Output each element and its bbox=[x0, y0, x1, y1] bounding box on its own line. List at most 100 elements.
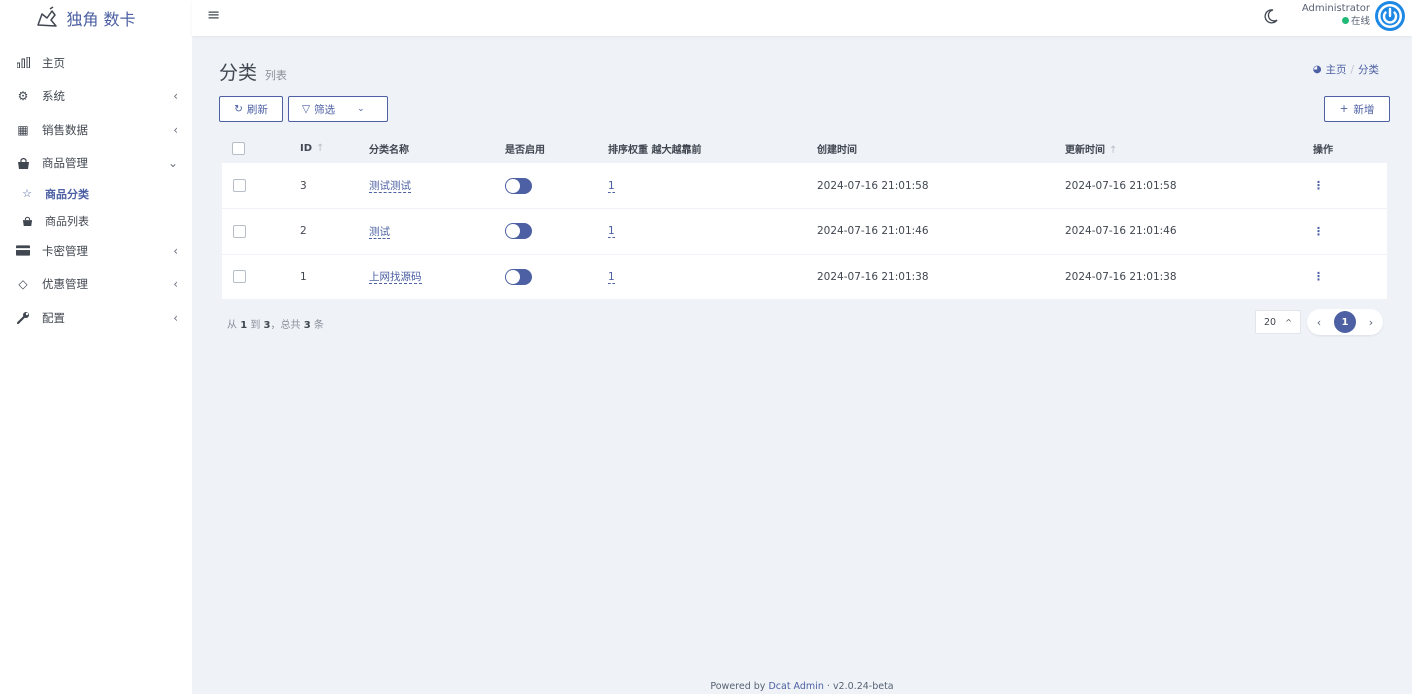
sidebar-subitem-label: 商品列表 bbox=[45, 214, 89, 228]
row-id: 3 bbox=[300, 179, 307, 192]
gear-icon: ⚙ bbox=[17, 89, 29, 104]
sort-icon[interactable]: ↑ bbox=[316, 143, 324, 154]
row-actions-menu-icon[interactable]: ⋮ bbox=[1313, 225, 1324, 238]
new-button-label: 新增 bbox=[1353, 103, 1375, 116]
chevron-down-icon: ⌄ bbox=[167, 156, 178, 171]
row-updated: 2024-07-16 21:01:58 bbox=[1065, 179, 1177, 192]
sidebar-item-card-management[interactable]: 卡密管理 ‹ bbox=[0, 234, 192, 268]
sidebar-subitem-goods-list[interactable]: 商品列表 bbox=[0, 207, 192, 234]
chevron-left-icon: ‹ bbox=[173, 243, 178, 258]
summary-text: 从 bbox=[227, 320, 237, 331]
sidebar-item-coupon-management[interactable]: ◇ 优惠管理 ‹ bbox=[0, 268, 192, 302]
select-all-checkbox[interactable] bbox=[232, 141, 245, 155]
row-sort-editable[interactable]: 1 bbox=[608, 179, 615, 193]
breadcrumb-current: 分类 bbox=[1358, 64, 1379, 76]
row-name-editable[interactable]: 测试 bbox=[369, 225, 390, 239]
row-name-editable[interactable]: 测试测试 bbox=[369, 180, 411, 193]
summary-text: ，总共 bbox=[270, 320, 301, 331]
table-header-row: ID ↑ 分类名称 是否启用 排序权重 越大越靠前 创建时间 更新时间 ↑ 操作 bbox=[222, 133, 1387, 163]
sidebar-item-label: 卡密管理 bbox=[42, 243, 88, 258]
per-page-select[interactable]: 20 ^ bbox=[1255, 310, 1301, 334]
sidebar-item-sales-data[interactable]: ▦ 销售数据 ‹ bbox=[0, 113, 192, 147]
credit-card-icon bbox=[16, 244, 30, 258]
row-checkbox[interactable] bbox=[233, 224, 246, 238]
sidebar-item-system[interactable]: ⚙ 系统 ‹ bbox=[0, 80, 192, 114]
sidebar-item-label: 优惠管理 bbox=[42, 277, 88, 292]
summary-to: 3 bbox=[263, 320, 271, 331]
chevron-up-icon: ^ bbox=[1285, 317, 1292, 327]
row-actions-menu-icon[interactable]: ⋮ bbox=[1313, 179, 1324, 192]
footer-separator: · bbox=[826, 681, 830, 692]
table-row: 3 测试测试 1 2024-07-16 21:01:58 2024-07-16 … bbox=[222, 163, 1387, 209]
column-header-created: 创建时间 bbox=[817, 144, 857, 156]
breadcrumb-separator: / bbox=[1350, 63, 1354, 76]
hamburger-menu-icon[interactable]: ≡ bbox=[207, 5, 220, 24]
unicorn-logo-icon bbox=[37, 6, 58, 27]
refresh-button[interactable]: ↻ 刷新 bbox=[219, 96, 283, 122]
user-info[interactable]: Administrator 在线 bbox=[1302, 2, 1370, 28]
column-header-actions: 操作 bbox=[1313, 144, 1333, 156]
sidebar: 独角 数卡 主页 ⚙ 系统 ‹ ▦ 销售数据 ‹ 商品管理 ⌄ ☆ 商品分类 商… bbox=[0, 0, 192, 694]
sidebar-subitem-label: 商品分类 bbox=[45, 187, 89, 201]
logo[interactable]: 独角 数卡 bbox=[0, 0, 192, 36]
row-actions-menu-icon[interactable]: ⋮ bbox=[1313, 270, 1324, 283]
footer-link[interactable]: Dcat Admin bbox=[768, 681, 823, 692]
wrench-icon bbox=[16, 311, 30, 325]
filter-button-label: 筛选 bbox=[314, 103, 336, 116]
chevron-left-icon: ‹ bbox=[173, 122, 178, 137]
row-updated: 2024-07-16 21:01:46 bbox=[1065, 225, 1177, 238]
sidebar-item-home[interactable]: 主页 bbox=[0, 46, 192, 80]
row-sort-editable[interactable]: 1 bbox=[608, 270, 615, 284]
moon-icon[interactable] bbox=[1262, 7, 1280, 25]
column-header-enabled: 是否启用 bbox=[505, 144, 545, 156]
sidebar-subitem-goods-category[interactable]: ☆ 商品分类 bbox=[0, 180, 192, 207]
page-button-current[interactable]: 1 bbox=[1334, 311, 1356, 333]
prev-page-button[interactable]: ‹ bbox=[1313, 316, 1325, 329]
per-page-value: 20 bbox=[1264, 316, 1277, 328]
row-sort-editable[interactable]: 1 bbox=[608, 225, 615, 239]
column-header-name: 分类名称 bbox=[369, 144, 409, 156]
row-checkbox[interactable] bbox=[233, 179, 246, 192]
filter-button[interactable]: ▽ 筛选 ⌄ bbox=[288, 96, 388, 122]
sidebar-item-label: 系统 bbox=[42, 89, 65, 104]
row-name-editable[interactable]: 上网找源码 bbox=[369, 271, 422, 285]
user-status: 在线 bbox=[1302, 15, 1370, 28]
enabled-toggle[interactable] bbox=[505, 268, 532, 285]
enabled-toggle[interactable] bbox=[505, 177, 532, 194]
sidebar-item-label: 配置 bbox=[42, 310, 65, 325]
data-table: ID ↑ 分类名称 是否启用 排序权重 越大越靠前 创建时间 更新时间 ↑ 操作 3… bbox=[222, 133, 1387, 300]
chevron-left-icon: ‹ bbox=[173, 310, 178, 325]
row-created: 2024-07-16 21:01:46 bbox=[817, 225, 929, 238]
table-icon: ▦ bbox=[17, 122, 29, 137]
diamond-icon: ◇ bbox=[18, 277, 28, 292]
footer: Powered by Dcat Admin · v2.0.24-beta bbox=[192, 681, 1412, 692]
new-button[interactable]: + 新增 bbox=[1324, 96, 1390, 122]
breadcrumb: ◕ 主页 / 分类 bbox=[1313, 62, 1379, 77]
sidebar-item-config[interactable]: 配置 ‹ bbox=[0, 301, 192, 335]
column-header-sort: 排序权重 越大越靠前 bbox=[608, 144, 702, 156]
user-name: Administrator bbox=[1301, 3, 1370, 14]
pagination-summary: 从 1 到 3，总共 3 条 bbox=[227, 316, 324, 331]
row-checkbox[interactable] bbox=[233, 270, 246, 284]
sidebar-item-label: 主页 bbox=[42, 55, 65, 70]
dashboard-icon: ◕ bbox=[1312, 64, 1322, 75]
next-page-button[interactable]: › bbox=[1365, 316, 1377, 329]
sidebar-item-label: 商品管理 bbox=[42, 156, 88, 171]
plus-icon: + bbox=[1339, 103, 1349, 115]
avatar[interactable] bbox=[1374, 0, 1406, 32]
chevron-left-icon: ‹ bbox=[173, 277, 178, 292]
summary-text: 到 bbox=[250, 320, 261, 331]
sidebar-item-goods-management[interactable]: 商品管理 ⌄ bbox=[0, 147, 192, 181]
summary-from: 1 bbox=[240, 320, 248, 331]
online-dot bbox=[1341, 17, 1349, 24]
row-created: 2024-07-16 21:01:38 bbox=[817, 270, 929, 283]
page-subtitle: 列表 bbox=[264, 69, 287, 82]
breadcrumb-home[interactable]: 主页 bbox=[1325, 62, 1346, 77]
enabled-toggle[interactable] bbox=[505, 223, 532, 240]
refresh-button-label: 刷新 bbox=[246, 103, 268, 116]
sort-icon[interactable]: ↑ bbox=[1109, 145, 1117, 156]
filter-icon: ▽ bbox=[302, 103, 311, 115]
refresh-icon: ↻ bbox=[234, 103, 243, 115]
chevron-down-icon: ⌄ bbox=[357, 104, 365, 114]
summary-total: 3 bbox=[303, 320, 311, 331]
